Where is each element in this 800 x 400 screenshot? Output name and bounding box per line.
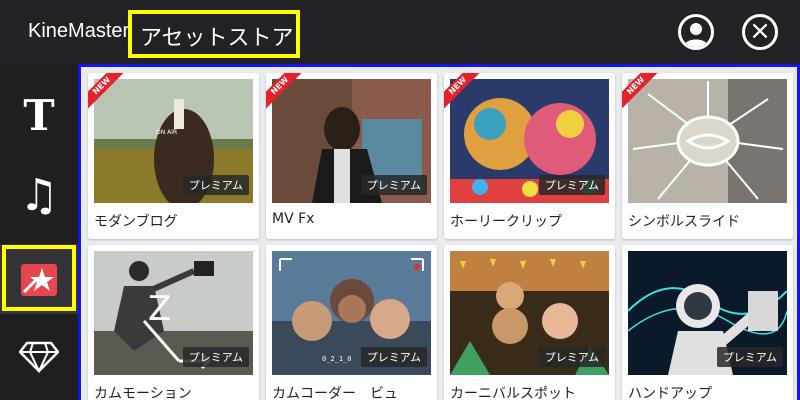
asset-title: カムコーダー ビュ xyxy=(272,386,398,400)
asset-card-camcorder-view[interactable]: 0_2_1_0 プレミアム カムコーダー ビュ xyxy=(266,245,437,400)
asset-card-modern-vlog[interactable]: ON AIR プレミアム NEW モダンブログ xyxy=(88,73,259,239)
asset-thumbnail: Z プレミアム xyxy=(94,251,253,375)
premium-badge: プレミアム xyxy=(360,175,427,195)
premium-badge: プレミアム xyxy=(716,347,783,367)
new-ribbon: NEW xyxy=(88,73,126,111)
sidebar-item-premium[interactable] xyxy=(0,322,78,392)
user-icon xyxy=(684,23,708,47)
premium-badge: プレミアム xyxy=(538,347,605,367)
page-title: アセットストア xyxy=(140,26,294,51)
new-ribbon: NEW xyxy=(622,73,660,111)
asset-title: カムモーション xyxy=(94,386,192,400)
new-ribbon: NEW xyxy=(444,73,482,111)
asset-title: カーニバルスポット xyxy=(450,386,576,400)
overlay-text: ON AIR xyxy=(156,129,178,136)
asset-grid: ON AIR プレミアム NEW モダンブログ プレミアム NEW MV Fx xyxy=(78,64,800,400)
text-icon: T xyxy=(23,90,55,140)
asset-title: ホーリークリップ xyxy=(450,214,562,230)
asset-title: MV Fx xyxy=(272,211,315,227)
store-title-highlight: アセットストア xyxy=(128,10,300,58)
overlay-text: 0_2_1_0 xyxy=(322,355,352,363)
premium-badge: プレミアム xyxy=(182,175,249,195)
asset-card-symbol-slide[interactable]: NEW シンボルスライド xyxy=(622,73,793,239)
overlay-text: Z xyxy=(148,289,172,329)
asset-card-cam-motion[interactable]: Z プレミアム カムモーション xyxy=(88,245,259,400)
active-item-highlight xyxy=(2,245,76,311)
close-icon: × xyxy=(749,16,771,46)
asset-thumbnail: プレミアム xyxy=(628,251,787,375)
asset-title: モダンブログ xyxy=(94,214,178,230)
account-button[interactable] xyxy=(678,14,714,50)
new-ribbon: NEW xyxy=(266,73,304,111)
premium-badge: プレミアム xyxy=(538,175,605,195)
asset-card-holi-clip[interactable]: プレミアム NEW ホーリークリップ xyxy=(444,73,615,239)
sidebar: T ♫ xyxy=(0,64,78,400)
close-button[interactable]: × xyxy=(742,14,778,50)
diamond-icon xyxy=(19,341,59,373)
music-note-icon: ♫ xyxy=(19,169,59,221)
asset-card-carnival-spot[interactable]: プレミアム カーニバルスポット xyxy=(444,245,615,400)
asset-title: シンボルスライド xyxy=(628,214,740,230)
premium-badge: プレミアム xyxy=(182,347,249,367)
top-bar: KineMaster アセットストア × xyxy=(0,0,800,64)
asset-thumbnail: プレミアム xyxy=(450,251,609,375)
sidebar-item-text[interactable]: T xyxy=(0,80,78,150)
sidebar-item-music[interactable]: ♫ xyxy=(0,160,78,230)
app-name: KineMaster xyxy=(28,20,130,42)
asset-card-hand-up[interactable]: プレミアム ハンドアップ xyxy=(622,245,793,400)
asset-thumbnail: 0_2_1_0 プレミアム xyxy=(272,251,431,375)
asset-title: ハンドアップ xyxy=(628,386,712,400)
premium-badge: プレミアム xyxy=(360,347,427,367)
asset-card-mv-fx[interactable]: プレミアム NEW MV Fx xyxy=(266,73,437,239)
